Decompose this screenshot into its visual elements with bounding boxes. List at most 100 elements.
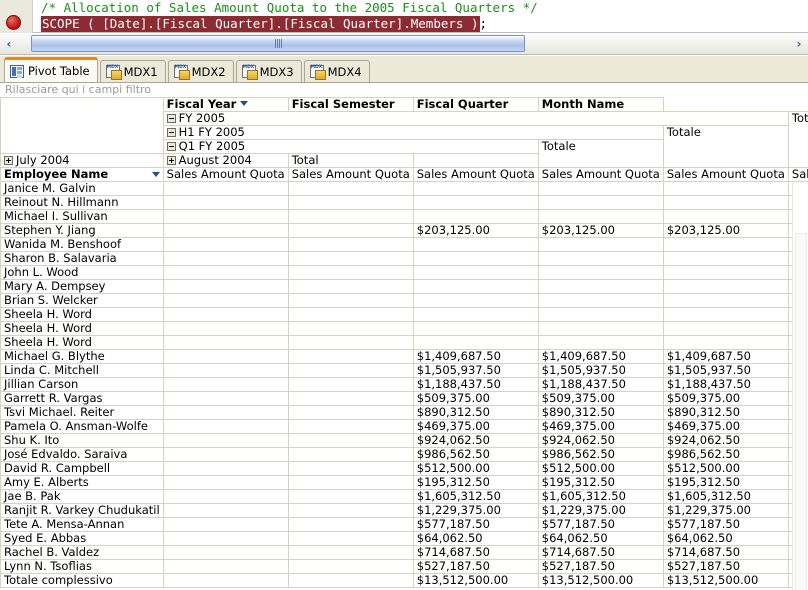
row-header-employee-name[interactable]: John L. Wood — [1, 266, 164, 280]
data-cell[interactable] — [163, 210, 288, 224]
data-cell[interactable]: $512,500.00 — [663, 462, 788, 476]
data-cell[interactable] — [413, 294, 538, 308]
data-cell[interactable] — [288, 434, 413, 448]
table-row[interactable]: Reinout N. Hillmann — [1, 196, 808, 210]
data-cell[interactable] — [163, 378, 288, 392]
data-cell[interactable]: $1,505,937.50 — [413, 364, 538, 378]
data-cell[interactable]: $714,687.50 — [538, 546, 663, 560]
data-cell[interactable]: $1,188,437.50 — [538, 378, 663, 392]
data-cell[interactable]: $890,312.50 — [413, 406, 538, 420]
data-cell[interactable] — [413, 196, 538, 210]
data-cell[interactable] — [538, 196, 663, 210]
data-cell[interactable]: $890,312.50 — [663, 406, 788, 420]
data-cell[interactable]: $986,562.50 — [413, 448, 538, 462]
collapse-minus-icon[interactable] — [167, 128, 176, 137]
row-header-employee-name[interactable]: Wanida M. Benshoof — [1, 238, 164, 252]
row-header-employee-name[interactable]: Mary A. Dempsey — [1, 280, 164, 294]
table-row[interactable]: Janice M. Galvin — [1, 182, 808, 196]
scroll-left-arrow-icon[interactable]: ‹ — [0, 34, 18, 54]
data-cell[interactable] — [163, 364, 288, 378]
data-cell[interactable]: $1,409,687.50 — [663, 350, 788, 364]
tab-mdx1[interactable]: MDX1 — [100, 60, 166, 82]
data-cell[interactable] — [163, 252, 288, 266]
field-header-fiscal-year[interactable]: Fiscal Year — [163, 98, 288, 112]
data-cell[interactable] — [413, 336, 538, 350]
data-cell[interactable] — [538, 322, 663, 336]
row-header-employee-name[interactable]: Ranjit R. Varkey Chudukatil — [1, 504, 164, 518]
data-cell[interactable] — [663, 210, 788, 224]
table-row[interactable]: Tete A. Mensa-Annan $577,187.50$577,187.5… — [1, 518, 808, 532]
data-cell[interactable] — [288, 238, 413, 252]
data-cell[interactable]: $527,187.50 — [413, 560, 538, 574]
data-cell[interactable] — [538, 308, 663, 322]
chevron-down-icon[interactable] — [152, 172, 160, 177]
table-row[interactable]: Jae B. Pak$1,605,312.50$1,605,312.50$1,6… — [1, 490, 808, 504]
pivot-corner-cell[interactable] — [1, 98, 164, 154]
data-cell[interactable]: $195,312.50 — [538, 476, 663, 490]
data-cell[interactable] — [163, 420, 288, 434]
member-h1-fy-2005[interactable]: H1 FY 2005 — [163, 126, 663, 140]
row-header-employee-name[interactable]: Sheela H. Word — [1, 308, 164, 322]
data-cell[interactable]: $1,229,375.00 — [413, 504, 538, 518]
row-header-employee-name[interactable]: Amy E. Alberts — [1, 476, 164, 490]
data-cell[interactable]: $924,062.50 — [538, 434, 663, 448]
scroll-right-arrow-icon[interactable]: › — [790, 34, 808, 54]
row-header-employee-name[interactable]: Sharon B. Salavaria — [1, 252, 164, 266]
data-cell[interactable] — [663, 280, 788, 294]
row-header-employee-name[interactable]: Rachel B. Valdez — [1, 546, 164, 560]
data-cell[interactable]: $577,187.50 — [413, 518, 538, 532]
row-header-employee-name[interactable]: Jae B. Pak — [1, 490, 164, 504]
data-cell[interactable] — [288, 280, 413, 294]
mdx-script-editor[interactable]: /* Allocation of Sales Amount Quota to t… — [0, 0, 808, 33]
data-cell[interactable] — [163, 448, 288, 462]
collapse-minus-icon[interactable] — [167, 114, 176, 123]
table-row[interactable]: Amy E. Alberts$195,312.50$195,312.50$195… — [1, 476, 808, 490]
filter-drop-zone[interactable]: Rilasciare qui i campi filtro — [0, 83, 808, 97]
data-cell[interactable] — [413, 210, 538, 224]
pivot-table[interactable]: Fiscal Year Fiscal Semester Fiscal Quart… — [0, 97, 808, 588]
data-cell[interactable] — [288, 224, 413, 238]
row-header-employee-name[interactable]: David R. Campbell — [1, 462, 164, 476]
row-header-employee-name[interactable]: José Edvaldo. Saraiva — [1, 448, 164, 462]
tab-mdx4[interactable]: MDX4 — [304, 60, 370, 82]
field-header-fiscal-semester[interactable]: Fiscal Semester — [288, 98, 413, 112]
data-cell[interactable]: $512,500.00 — [413, 462, 538, 476]
data-cell[interactable] — [163, 462, 288, 476]
data-cell[interactable] — [288, 462, 413, 476]
data-cell[interactable] — [288, 490, 413, 504]
data-cell[interactable] — [288, 196, 413, 210]
pivot-table-panel[interactable]: Rilasciare qui i campi filtro Fiscal Yea… — [0, 83, 808, 590]
data-cell[interactable]: $527,187.50 — [663, 560, 788, 574]
data-cell[interactable] — [288, 420, 413, 434]
data-cell[interactable]: $924,062.50 — [663, 434, 788, 448]
data-cell[interactable] — [163, 308, 288, 322]
data-cell[interactable]: $986,562.50 — [538, 448, 663, 462]
data-cell[interactable] — [163, 490, 288, 504]
data-cell[interactable]: $469,375.00 — [538, 420, 663, 434]
table-row[interactable]: Sheela H. Word — [1, 308, 808, 322]
field-header-month-name[interactable]: Month Name — [538, 98, 663, 112]
data-cell[interactable]: $1,505,937.50 — [663, 364, 788, 378]
table-row[interactable]: Stephen Y. Jiang$203,125.00$203,125.00$2… — [1, 224, 808, 238]
data-cell[interactable] — [288, 210, 413, 224]
data-cell[interactable] — [538, 252, 663, 266]
data-cell[interactable]: $509,375.00 — [538, 392, 663, 406]
row-header-employee-name[interactable]: Stephen Y. Jiang — [1, 224, 164, 238]
data-cell[interactable] — [663, 308, 788, 322]
data-cell[interactable]: $1,188,437.50 — [663, 378, 788, 392]
data-cell[interactable] — [663, 238, 788, 252]
table-row[interactable]: Syed E. Abbas$64,062.50$64,062.50$64,062… — [1, 532, 808, 546]
data-cell[interactable]: $1,409,687.50 — [413, 350, 538, 364]
row-header-employee-name[interactable]: Totale complessivo — [1, 574, 164, 588]
table-row[interactable]: Ranjit R. Varkey Chudukatil $1,229,375.00… — [1, 504, 808, 518]
data-cell[interactable]: $1,229,375.00 — [663, 504, 788, 518]
row-header-employee-name[interactable]: Tete A. Mensa-Annan — [1, 518, 164, 532]
data-cell[interactable]: $577,187.50 — [538, 518, 663, 532]
data-cell[interactable] — [288, 504, 413, 518]
row-header-employee-name[interactable]: Pamela O. Ansman-Wolfe — [1, 420, 164, 434]
data-cell[interactable]: $195,312.50 — [663, 476, 788, 490]
data-cell[interactable]: $64,062.50 — [663, 532, 788, 546]
data-cell[interactable] — [163, 336, 288, 350]
table-row[interactable]: Brian S. Welcker — [1, 294, 808, 308]
row-header-employee-name[interactable]: Syed E. Abbas — [1, 532, 164, 546]
